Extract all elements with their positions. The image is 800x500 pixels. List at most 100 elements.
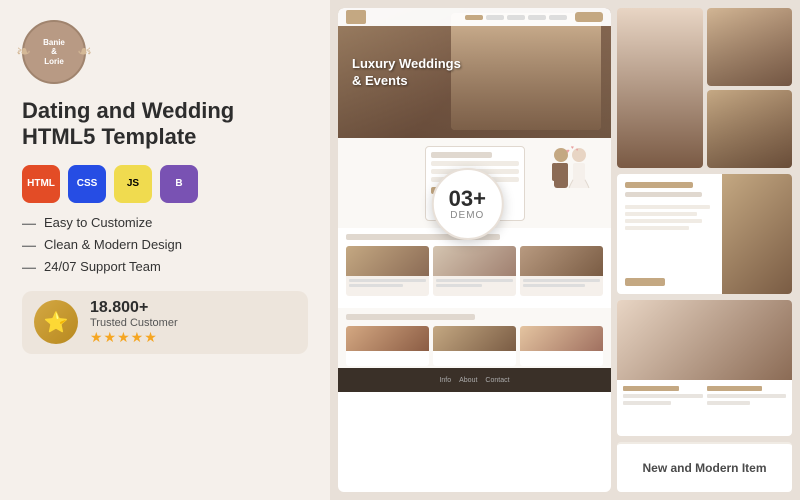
side-img-portrait <box>617 8 703 168</box>
story-card-1 <box>346 246 429 296</box>
preview-news-section <box>338 308 611 368</box>
sb-col-1 <box>623 386 703 405</box>
sb-title-2 <box>707 386 763 391</box>
demo-label: DEMO <box>450 210 484 221</box>
svg-text:♥: ♥ <box>566 149 570 155</box>
demo-number: 03+ <box>449 188 486 210</box>
brand-name: Banie & Lorie <box>43 38 65 67</box>
main-title-line1: Dating and Wedding <box>22 98 308 124</box>
story-line-1b <box>349 284 403 287</box>
feature-3: — 24/07 Support Team <box>22 259 308 275</box>
nav-item-4 <box>528 15 546 20</box>
main-title-line2: HTML5 Template <box>22 124 308 150</box>
top-right-img <box>707 8 793 86</box>
star-badge-icon: ⭐ <box>34 300 78 344</box>
mid-title <box>625 182 693 188</box>
sb-line-1b <box>623 401 671 405</box>
new-modern-label: New and Modern Item <box>642 461 766 475</box>
hero-text: Luxury Weddings& Events <box>352 56 461 90</box>
badge-bootstrap: B <box>160 165 198 203</box>
story-img-2 <box>433 246 516 276</box>
story-img-3 <box>520 246 603 276</box>
nav-item-3 <box>507 15 525 20</box>
preview-footer: Info About Contact <box>338 368 611 392</box>
story-text-3 <box>520 276 603 290</box>
news-img-1 <box>346 326 429 351</box>
trust-section: ⭐ 18.800+ Trusted Customer ★★★★★ <box>22 291 308 354</box>
dash-icon-1: — <box>22 215 36 231</box>
nav-item-1 <box>465 15 483 20</box>
nav-dots <box>465 15 567 20</box>
mid-line-2 <box>625 212 697 216</box>
svg-text:♥: ♥ <box>571 145 574 151</box>
story-img-1 <box>346 246 429 276</box>
dash-icon-2: — <box>22 237 36 253</box>
side-img-bottom-right <box>707 90 793 168</box>
story-line-3a <box>523 279 600 282</box>
trust-text: 18.800+ Trusted Customer ★★★★★ <box>90 299 178 346</box>
couple-silhouette <box>451 13 601 130</box>
side-bottom-image <box>617 300 792 380</box>
news-card-1 <box>346 326 429 366</box>
main-preview: Luxury Weddings& Events <box>338 8 611 492</box>
nav-cta-button[interactable] <box>575 12 603 22</box>
mid-line-4 <box>625 226 689 230</box>
preview-story-section <box>338 228 611 308</box>
form-title-bar <box>431 152 493 158</box>
story-text-2 <box>433 276 516 290</box>
laurel-left-icon: ❧ <box>16 42 31 63</box>
trust-stars: ★★★★★ <box>90 329 178 346</box>
features-list: — Easy to Customize — Clean & Modern Des… <box>22 215 308 275</box>
side-preview: New and Modern Item <box>617 8 792 492</box>
news-img-3 <box>520 326 603 351</box>
side-bottom-content <box>617 380 792 411</box>
couple-illustration: ♥ ♥ ♥ <box>541 143 596 223</box>
mid-text-lines <box>625 205 710 230</box>
story-line-3b <box>523 284 585 287</box>
form-field-1 <box>431 161 519 166</box>
feature-1: — Easy to Customize <box>22 215 308 231</box>
side-img-top-right <box>707 8 793 86</box>
laurel-right-icon: ❧ <box>77 42 92 63</box>
footer-item-1: Info <box>439 377 451 384</box>
portrait-img <box>617 8 703 168</box>
story-cards <box>346 246 603 296</box>
story-card-3 <box>520 246 603 296</box>
dash-icon-3: — <box>22 259 36 275</box>
brand-logo: ❧ Banie & Lorie ❧ <box>22 20 86 84</box>
sb-col-2 <box>707 386 787 405</box>
preview-hero: Luxury Weddings& Events <box>338 8 611 138</box>
trust-label: Trusted Customer <box>90 317 178 329</box>
mid-cta-button[interactable] <box>625 278 665 286</box>
footer-item-3: Contact <box>485 377 509 384</box>
side-mid-text <box>617 174 718 294</box>
demo-badge: 03+ DEMO <box>431 168 503 240</box>
mid-subtitle <box>625 192 702 197</box>
nav-item-5 <box>549 15 567 20</box>
feature-2: — Clean & Modern Design <box>22 237 308 253</box>
story-line-2b <box>436 284 482 287</box>
story-text-1 <box>346 276 429 290</box>
side-mid-image <box>722 174 792 294</box>
story-line-1a <box>349 279 426 282</box>
side-middle <box>617 174 792 294</box>
news-img-2 <box>433 326 516 351</box>
bottom-right-img <box>707 90 793 168</box>
side-top-images <box>617 8 792 168</box>
sb-line-2a <box>707 394 787 398</box>
sb-title-1 <box>623 386 679 391</box>
hero-couple-image <box>451 13 601 130</box>
sb-line-2b <box>707 401 751 405</box>
nav-logo <box>346 10 366 24</box>
badge-css: CSS <box>68 165 106 203</box>
footer-item-2: About <box>459 377 477 384</box>
story-card-2 <box>433 246 516 296</box>
new-modern-banner: New and Modern Item <box>617 442 792 492</box>
sb-line-1a <box>623 394 703 398</box>
title-section: Dating and Wedding HTML5 Template <box>22 98 308 151</box>
hero-title: Luxury Weddings& Events <box>352 56 461 90</box>
tech-badges: HTML CSS JS B <box>22 165 308 203</box>
preview-navbar <box>338 8 611 26</box>
logo-area: ❧ Banie & Lorie ❧ <box>22 20 308 84</box>
mid-line-1 <box>625 205 710 209</box>
